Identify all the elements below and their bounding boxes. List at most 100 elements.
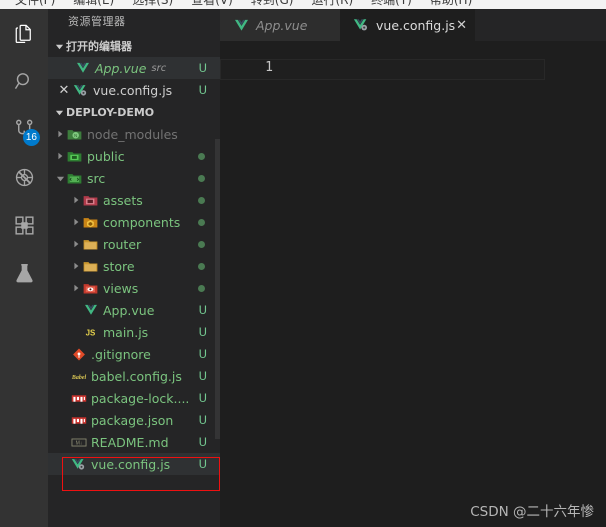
menu-view[interactable]: 查看(V) bbox=[182, 0, 242, 9]
tree-item-src[interactable]: src bbox=[48, 167, 220, 189]
git-status-badge: U bbox=[198, 435, 207, 449]
tree-item-main-js[interactable]: JS main.js U bbox=[48, 321, 220, 343]
tree-item-label: assets bbox=[103, 192, 143, 208]
folder-store-icon bbox=[82, 260, 99, 273]
close-icon[interactable]: ✕ bbox=[456, 19, 467, 32]
git-status-dot bbox=[198, 218, 205, 226]
tree-item-label: src bbox=[87, 170, 106, 186]
folder-src-icon bbox=[66, 172, 83, 185]
chevron-right-icon[interactable] bbox=[54, 152, 66, 160]
tree-item-label: babel.config.js bbox=[91, 368, 182, 384]
open-editor-app-vue[interactable]: App.vue src U bbox=[48, 57, 220, 79]
markdown-icon: M↓ bbox=[70, 437, 87, 448]
git-status-dot bbox=[198, 152, 205, 160]
menu-terminal[interactable]: 终端(T) bbox=[362, 0, 421, 9]
tree-item-label: components bbox=[103, 214, 181, 230]
npm-icon bbox=[70, 393, 87, 404]
svg-text:N: N bbox=[74, 133, 77, 138]
tree-item-label: package-lock.... bbox=[91, 390, 190, 406]
git-status-dot bbox=[198, 240, 205, 248]
activitybar-source-control[interactable]: 16 bbox=[0, 105, 48, 153]
git-status-dot bbox=[198, 174, 205, 182]
source-control-badge: 16 bbox=[22, 129, 40, 146]
tree-item-label: App.vue bbox=[103, 302, 155, 318]
tree-item-public[interactable]: public bbox=[48, 145, 220, 167]
open-editors-header[interactable]: 打开的编辑器 bbox=[48, 35, 220, 57]
tree-item-label: views bbox=[103, 280, 139, 296]
open-editor-folder: src bbox=[151, 62, 167, 74]
vue-icon bbox=[74, 62, 91, 74]
tab-vue-config-js[interactable]: vue.config.js ✕ bbox=[340, 9, 475, 41]
tab-label: vue.config.js bbox=[376, 17, 456, 33]
menu-file[interactable]: 文件(F) bbox=[6, 0, 64, 9]
tree-item-vue-config-js[interactable]: vue.config.js U bbox=[48, 453, 220, 475]
vscode-window: 文件(F) 编辑(E) 选择(S) 查看(V) 转到(G) 运行(R) 终端(T… bbox=[0, 0, 606, 527]
search-icon bbox=[13, 70, 36, 93]
explorer-title: 资源管理器 bbox=[48, 9, 220, 35]
project-header[interactable]: DEPLOY-DEMO bbox=[48, 101, 220, 123]
menu-run[interactable]: 运行(R) bbox=[302, 0, 362, 9]
tree-item-router[interactable]: router bbox=[48, 233, 220, 255]
tree-item-gitignore[interactable]: .gitignore U bbox=[48, 343, 220, 365]
svg-text:Babel: Babel bbox=[71, 375, 86, 381]
tab-bar-filler bbox=[475, 9, 606, 41]
tree-item-components[interactable]: components bbox=[48, 211, 220, 233]
npm-icon bbox=[70, 415, 87, 426]
open-editor-vue-config-js[interactable]: ✕ vue.config.js U bbox=[48, 79, 220, 101]
close-icon[interactable]: ✕ bbox=[56, 83, 72, 98]
chevron-right-icon[interactable] bbox=[70, 218, 82, 226]
editor-area: App.vue vue.config.js ✕ 1 bbox=[220, 9, 606, 527]
folder-components-icon bbox=[82, 216, 99, 229]
open-editor-label: vue.config.js bbox=[93, 82, 173, 98]
tree-item-store[interactable]: store bbox=[48, 255, 220, 277]
menu-help[interactable]: 帮助(H) bbox=[421, 0, 481, 9]
tree-item-babel-config-js[interactable]: Babel babel.config.js U bbox=[48, 365, 220, 387]
git-icon bbox=[70, 348, 87, 361]
activitybar-search[interactable] bbox=[0, 57, 48, 105]
git-status-badge: U bbox=[198, 61, 207, 75]
git-status-badge: U bbox=[198, 325, 207, 339]
watermark: CSDN @二十六年惨 bbox=[470, 504, 594, 520]
explorer-sidebar: 资源管理器 打开的编辑器 App.vue src U ✕ vue.config.… bbox=[48, 9, 220, 527]
menu-selection[interactable]: 选择(S) bbox=[123, 0, 182, 9]
svg-text:M↓: M↓ bbox=[75, 440, 82, 446]
activitybar-testing[interactable] bbox=[0, 249, 48, 297]
chevron-right-icon[interactable] bbox=[70, 262, 82, 270]
chevron-down-icon bbox=[52, 105, 66, 119]
folder-router-icon bbox=[82, 238, 99, 251]
activitybar-run-debug[interactable] bbox=[0, 153, 48, 201]
chevron-right-icon[interactable] bbox=[70, 284, 82, 292]
open-editors-label: 打开的编辑器 bbox=[66, 40, 132, 53]
editor-tab-bar: App.vue vue.config.js ✕ bbox=[220, 9, 606, 41]
menu-go[interactable]: 转到(G) bbox=[242, 0, 303, 9]
tree-item-app-vue[interactable]: App.vue U bbox=[48, 299, 220, 321]
chevron-right-icon[interactable] bbox=[70, 196, 82, 204]
run-debug-icon bbox=[13, 166, 36, 189]
tab-app-vue[interactable]: App.vue bbox=[220, 9, 340, 41]
git-status-badge: U bbox=[198, 391, 207, 405]
folder-assets-icon bbox=[82, 194, 99, 207]
tree-item-package-json[interactable]: package.json U bbox=[48, 409, 220, 431]
tree-item-views[interactable]: views bbox=[48, 277, 220, 299]
chevron-down-icon[interactable] bbox=[54, 174, 66, 183]
activitybar-explorer[interactable] bbox=[0, 9, 48, 57]
code-editor[interactable]: 1 bbox=[220, 51, 606, 527]
tree-item-node-modules[interactable]: N node_modules bbox=[48, 123, 220, 145]
tree-item-readme-md[interactable]: M↓ README.md U bbox=[48, 431, 220, 453]
breadcrumb bbox=[220, 41, 606, 51]
activitybar-extensions[interactable] bbox=[0, 201, 48, 249]
git-status-badge: U bbox=[198, 303, 207, 317]
project-name: DEPLOY-DEMO bbox=[66, 105, 155, 119]
tree-item-package-lock-json[interactable]: package-lock.... U bbox=[48, 387, 220, 409]
git-status-dot bbox=[198, 196, 205, 204]
git-status-badge: U bbox=[198, 413, 207, 427]
tree-item-label: package.json bbox=[91, 412, 174, 428]
chevron-down-icon bbox=[52, 39, 66, 53]
tree-item-label: vue.config.js bbox=[91, 456, 171, 472]
files-icon bbox=[13, 22, 36, 45]
chevron-right-icon[interactable] bbox=[70, 240, 82, 248]
vue-icon bbox=[82, 304, 99, 316]
chevron-right-icon[interactable] bbox=[54, 130, 66, 138]
tree-item-assets[interactable]: assets bbox=[48, 189, 220, 211]
menu-edit[interactable]: 编辑(E) bbox=[64, 0, 123, 9]
